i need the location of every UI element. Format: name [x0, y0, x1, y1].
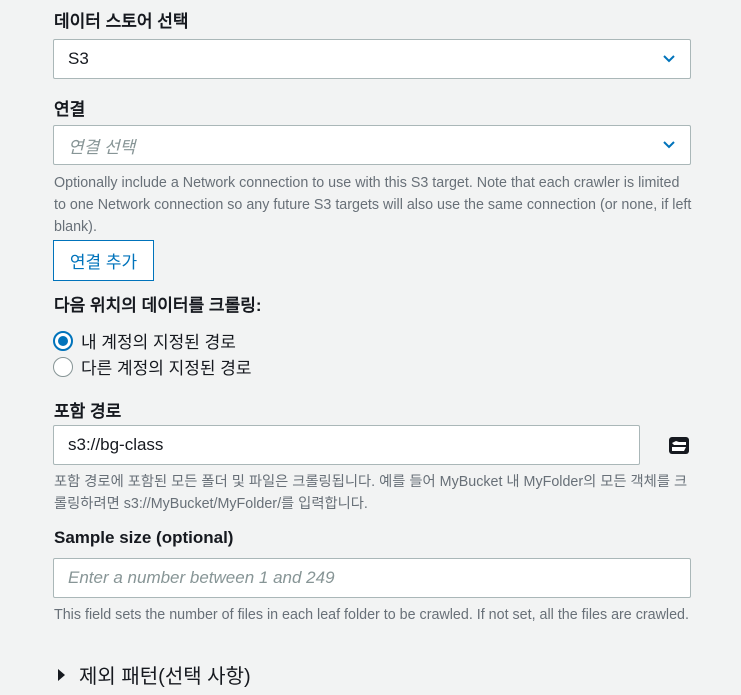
chevron-down-icon [663, 55, 675, 63]
sample-size-help-text: This field sets the number of files in e… [54, 607, 689, 623]
sample-size-label: Sample size (optional) [54, 528, 234, 547]
folder-open-icon[interactable] [668, 435, 690, 455]
radio-option-other-account[interactable]: 다른 계정의 지정된 경로 [53, 354, 252, 379]
datastore-label: 데이터 스토어 선택 [54, 12, 189, 31]
exclude-patterns-label: 제외 패턴(선택 사항) [79, 666, 251, 688]
include-path-value: s3://bg-class [68, 435, 164, 454]
radio-option-label: 다른 계정의 지정된 경로 [81, 359, 252, 378]
chevron-down-icon [663, 141, 675, 149]
connection-select[interactable]: 연결 선택 [53, 125, 691, 165]
include-path-help-text: 포함 경로에 포함된 모든 폴더 및 파일은 크롤링됩니다. 예를 들어 MyB… [54, 474, 688, 512]
crawler-datastore-form: 데이터 스토어 선택 S3 연결 연결 선택 Optionally includ… [0, 0, 741, 695]
radio-button-checked[interactable] [53, 330, 73, 351]
sample-size-placeholder: Enter a number between 1 and 249 [68, 568, 335, 587]
include-path-label: 포함 경로 [54, 402, 122, 421]
caret-right-icon [58, 668, 65, 681]
crawl-location-label: 다음 위치의 데이터를 크롤링: [54, 296, 262, 315]
radio-button[interactable] [53, 356, 73, 377]
radio-option-label: 내 계정의 지정된 경로 [81, 333, 236, 352]
connection-label: 연결 [54, 100, 86, 119]
datastore-select-value: S3 [68, 49, 89, 68]
include-path-input[interactable]: s3://bg-class [53, 425, 640, 465]
connection-select-placeholder: 연결 선택 [68, 137, 136, 157]
sample-size-input[interactable]: Enter a number between 1 and 249 [53, 558, 691, 598]
exclude-patterns-expander[interactable]: 제외 패턴(선택 사항) [58, 660, 251, 689]
datastore-select[interactable]: S3 [53, 39, 691, 79]
radio-option-my-account[interactable]: 내 계정의 지정된 경로 [53, 328, 236, 353]
connection-help-text: Optionally include a Network connection … [54, 175, 692, 235]
add-connection-button[interactable]: 연결 추가 [53, 240, 154, 281]
